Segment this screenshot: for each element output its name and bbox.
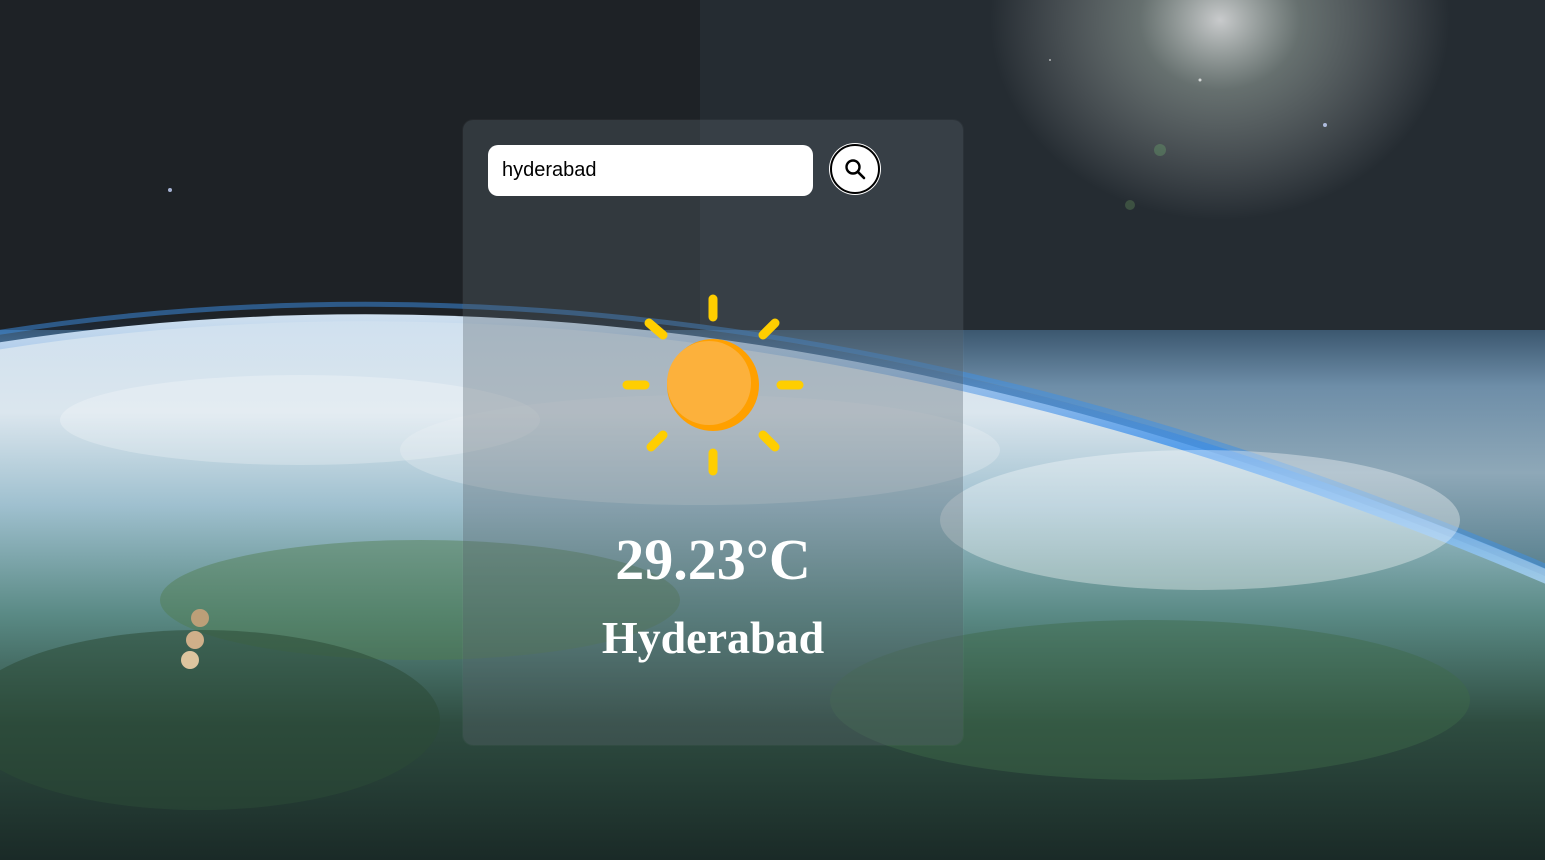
search-button[interactable]: [830, 144, 880, 194]
temperature-value: 29.23°C: [615, 527, 811, 592]
search-icon: [845, 159, 866, 180]
search-input[interactable]: [488, 145, 813, 196]
city-name: Hyderabad: [601, 612, 825, 663]
sun-icon: [622, 294, 804, 476]
weather-card: 29.23°C Hyderabad: [463, 120, 963, 745]
